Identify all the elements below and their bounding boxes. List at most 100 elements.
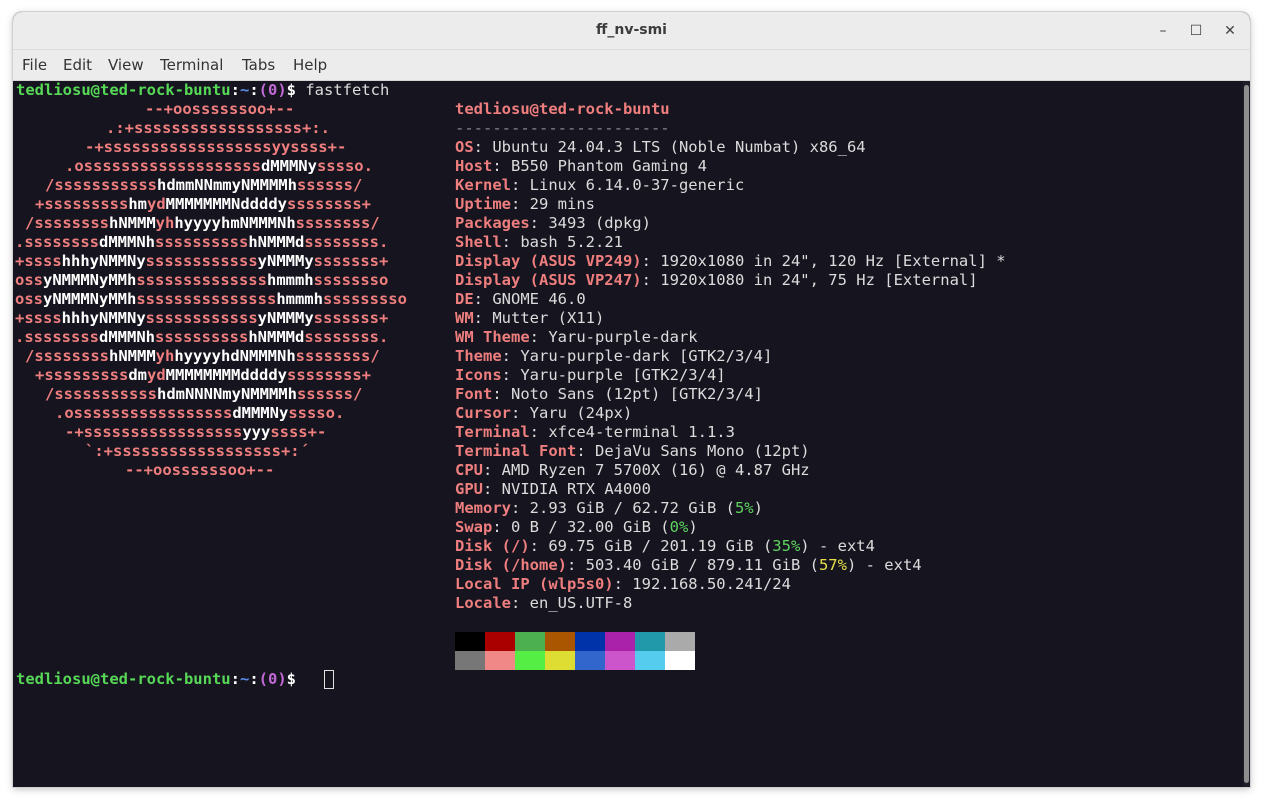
logo-segment: hNMMMd — [248, 233, 305, 251]
window-title: ff_nv-smi — [596, 22, 667, 38]
logo-segment: ssssssss. — [304, 233, 389, 251]
menu-terminal[interactable]: Terminal — [160, 50, 223, 80]
info-row: Uptime: 29 mins — [455, 195, 595, 214]
menu-tabs[interactable]: Tabs — [242, 50, 275, 80]
info-row: Terminal Font: DejaVu Sans Mono (12pt) — [455, 442, 810, 461]
info-key: Host — [455, 157, 493, 175]
info-header: tedliosu@ted-rock-buntu — [455, 100, 670, 118]
info-value: : Yaru-purple-dark [GTK2/3/4] — [501, 347, 773, 365]
prompt-status: (0) — [258, 670, 287, 688]
logo-line: ossyNMMMNyMMhssssssssssssssshmmmhsssssss… — [15, 290, 407, 309]
color-swatch — [635, 651, 665, 670]
info-value: : xfce4-terminal 1.1.3 — [529, 423, 735, 441]
info-key: Terminal — [455, 423, 530, 441]
logo-segment: yNMMMy — [257, 309, 314, 327]
maximize-button[interactable]: ☐ — [1187, 22, 1205, 40]
info-row: CPU: AMD Ryzen 7 5700X (16) @ 4.87 GHz — [455, 461, 810, 480]
logo-segment: hyyyyhdNMMMNh — [174, 347, 296, 365]
logo-line: --+oossssssoo+-- — [125, 461, 274, 480]
info-key: GPU — [455, 480, 483, 498]
logo-line: .ssssssssdMMMNhsssssssssshNMMMdssssssss. — [15, 328, 388, 347]
scrollbar[interactable] — [1243, 81, 1250, 787]
logo-segment: yh — [155, 347, 175, 365]
info-value: : GNOME 46.0 — [473, 290, 586, 308]
logo-segment: ssssssssssss — [145, 252, 258, 270]
info-value: : 69.75 GiB / 201.19 GiB ( — [529, 537, 773, 555]
color-swatch — [485, 651, 515, 670]
menu-file[interactable]: File — [22, 50, 47, 80]
info-row: Host: B550 Phantom Gaming 4 — [455, 157, 707, 176]
info-value: 0% — [669, 518, 689, 536]
logo-segment: ssssssss+ — [287, 366, 371, 384]
info-key: WM Theme — [455, 328, 530, 346]
logo-segment: .osssssssssssssssss — [55, 404, 233, 422]
color-swatch — [515, 651, 545, 670]
logo-segment: ssssssss/ — [295, 347, 380, 365]
logo-segment: +sssssssss — [35, 366, 129, 384]
info-row: Swap: 0 B / 32.00 GiB (0%) — [455, 518, 698, 537]
logo-segment: yd — [147, 195, 166, 213]
color-swatch — [485, 632, 515, 651]
logo-segment: +ssss — [15, 309, 62, 327]
menu-edit[interactable]: Edit — [63, 50, 92, 80]
logo-segment: ssssssso — [313, 271, 389, 289]
info-value: 57% — [818, 556, 847, 574]
logo-segment: yyy — [242, 423, 271, 441]
info-value: : Yaru-purple-dark — [529, 328, 698, 346]
prompt-path: ~ — [239, 81, 250, 99]
prompt-status-colon: : — [249, 670, 259, 688]
info-key: Display (ASUS VP247) — [455, 271, 642, 289]
logo-line: --+oossssssoo+-- — [145, 100, 294, 119]
logo-line: /sssssssshNMMMyhhyyyyhdNMMMNhssssssss/ — [25, 347, 380, 366]
logo-segment: dm — [128, 366, 147, 384]
logo-segment: ssssssss. — [304, 328, 389, 346]
terminal-window: ff_nv-smi – ☐ ✕ File Edit View Terminal … — [13, 12, 1250, 787]
logo-line: .osssssssssssssssssssdMMMNysssso. — [65, 157, 373, 176]
menu-help[interactable]: Help — [293, 50, 327, 80]
logo-segment: ssssssssss — [155, 328, 249, 346]
logo-segment: sssssss+ — [313, 309, 389, 327]
info-value: : 0 B / 32.00 GiB ( — [492, 518, 670, 536]
logo-segment: yNMMMNyMMh — [43, 271, 137, 289]
info-row: Theme: Yaru-purple-dark [GTK2/3/4] — [455, 347, 772, 366]
logo-segment: hhhyNMMNy — [61, 252, 146, 270]
info-row: Display (ASUS VP247): 1920x1080 in 24", … — [455, 271, 978, 290]
command-text: fastfetch — [296, 81, 390, 99]
menu-view[interactable]: View — [108, 50, 144, 80]
color-swatch — [455, 651, 485, 670]
logo-segment: hm — [128, 195, 147, 213]
info-value: : Yaru (24px) — [511, 404, 633, 422]
logo-line: -+sssssssssssssssssyyyssss+- — [65, 423, 326, 442]
info-row: Icons: Yaru-purple [GTK2/3/4] — [455, 366, 726, 385]
info-key: Uptime — [455, 195, 511, 213]
logo-segment: hdmNNNNmyNMMMMh — [156, 385, 297, 403]
info-value: 5% — [734, 499, 754, 517]
terminal-area[interactable]: tedliosu@ted-rock-buntu:~:(0)$ fastfetch… — [13, 81, 1243, 787]
logo-line: -+ssssssssssssssssssyyssss+- — [85, 138, 346, 157]
info-key: Shell — [455, 233, 502, 251]
scrollbar-thumb[interactable] — [1244, 85, 1249, 783]
logo-segment: +ssss — [15, 252, 62, 270]
logo-line: .osssssssssssssssssdMMMNysssso. — [55, 404, 344, 423]
logo-segment: ssss+- — [270, 423, 327, 441]
logo-segment: hNMMM — [109, 214, 156, 232]
logo-line: +sssshhhyNMMNyssssssssssssyNMMMysssssss+ — [15, 252, 388, 271]
logo-segment: ssssss/ — [296, 385, 363, 403]
prompt-dollar: $ — [286, 670, 297, 688]
logo-line: /ssssssssssshdmmNNmmyNMMMMhssssss/ — [45, 176, 362, 195]
info-row: Memory: 2.93 GiB / 62.72 GiB (5%) — [455, 499, 763, 518]
info-value: : 2.93 GiB / 62.72 GiB ( — [511, 499, 735, 517]
title-bar[interactable]: ff_nv-smi – ☐ ✕ — [13, 12, 1250, 50]
logo-segment: ssssssss+ — [287, 195, 371, 213]
info-separator: ----------------------- — [455, 119, 670, 137]
color-swatch — [545, 651, 575, 670]
minimize-button[interactable]: – — [1154, 22, 1172, 40]
logo-segment: --+oossssssoo+-- — [125, 461, 275, 479]
info-key: Display (ASUS VP249) — [455, 252, 642, 270]
close-button[interactable]: ✕ — [1221, 22, 1239, 40]
info-key: WM — [455, 309, 474, 327]
logo-segment: oss — [15, 271, 43, 289]
color-swatch — [665, 651, 695, 670]
logo-segment: hNMMM — [109, 347, 156, 365]
prompt-line-current: tedliosu@ted-rock-buntu:~:(0)$ — [16, 670, 296, 689]
